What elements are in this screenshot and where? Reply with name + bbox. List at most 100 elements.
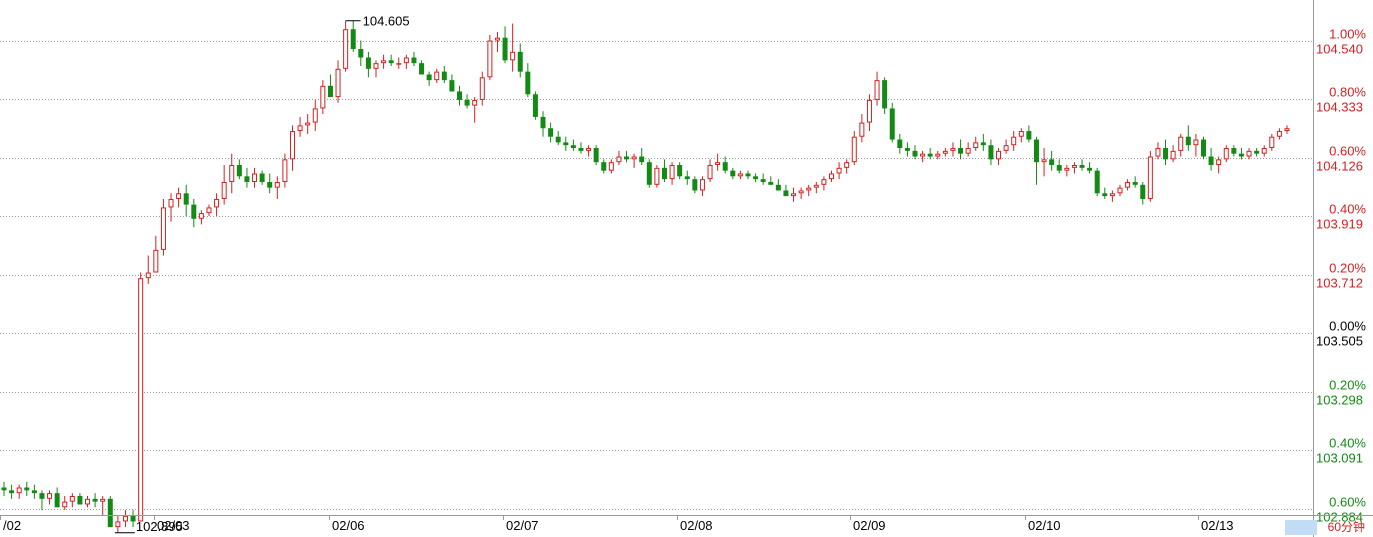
candle xyxy=(282,153,288,188)
candle xyxy=(1223,145,1229,163)
candle xyxy=(1087,162,1093,174)
candle xyxy=(39,490,45,511)
candle-body xyxy=(866,99,872,123)
candle-body xyxy=(373,63,379,69)
candle xyxy=(996,148,1002,166)
candle-body xyxy=(206,207,212,214)
candle xyxy=(707,159,713,182)
candle-body xyxy=(1178,136,1184,151)
candle xyxy=(775,179,781,191)
candle xyxy=(85,495,91,508)
candle-body xyxy=(707,165,713,180)
x-axis: /02 02/03 02/06 02/07 02/08 02/09 02/10 02/13 xyxy=(0,515,1373,533)
candle xyxy=(388,54,394,66)
candle-body xyxy=(221,181,227,199)
candle xyxy=(343,20,349,72)
candle-body xyxy=(699,179,705,191)
candle xyxy=(753,173,759,182)
candle xyxy=(730,167,736,180)
candle xyxy=(760,173,766,185)
price-tick-label: 103.505 xyxy=(1316,334,1363,349)
candle xyxy=(942,148,948,157)
candle-body xyxy=(684,176,690,180)
candle-body xyxy=(502,37,508,61)
candle xyxy=(927,148,933,160)
timeframe-selection-highlight xyxy=(1285,520,1317,535)
candle xyxy=(517,43,523,78)
candle-body xyxy=(1254,150,1260,154)
candle xyxy=(783,184,789,197)
candle xyxy=(798,187,804,199)
candle xyxy=(327,74,333,98)
candle xyxy=(115,515,121,533)
candle xyxy=(1041,148,1047,177)
candle xyxy=(47,490,53,505)
candle-body xyxy=(494,37,500,41)
candle xyxy=(1254,148,1260,157)
candles xyxy=(1,20,1290,533)
candle xyxy=(882,77,888,115)
candle-body xyxy=(419,63,425,75)
candle-body xyxy=(586,148,592,151)
date-tick-label: 02/06 xyxy=(332,518,365,533)
candle-body xyxy=(889,108,895,140)
candle xyxy=(1238,148,1244,160)
candle xyxy=(836,162,842,180)
candle-body xyxy=(1269,136,1275,149)
candlestick-chart: 104.605 102.895 104.5401.00% 104.3330.80%… xyxy=(0,0,1373,537)
candle xyxy=(578,142,584,154)
candle-body xyxy=(927,153,933,157)
candle-body xyxy=(267,181,273,188)
candle-body xyxy=(1033,139,1039,163)
candle xyxy=(107,495,113,528)
price-tick-label: 103.091 xyxy=(1316,451,1363,466)
candle-body xyxy=(988,145,994,160)
price-tick-label: 104.333 xyxy=(1316,100,1363,115)
candle-body xyxy=(320,85,326,109)
candle xyxy=(183,184,189,216)
timeframe-selector[interactable]: 60分钟 xyxy=(1285,519,1369,536)
candle xyxy=(1064,165,1070,177)
candle xyxy=(1094,167,1100,197)
candle-body xyxy=(1018,131,1024,137)
candle xyxy=(191,198,197,228)
candle-body xyxy=(244,176,250,182)
candle-body xyxy=(1276,131,1282,137)
candle-body xyxy=(1064,167,1070,171)
candle xyxy=(434,68,440,83)
candle xyxy=(1261,145,1267,157)
candle xyxy=(145,255,151,284)
candle-body xyxy=(138,278,144,522)
candle xyxy=(320,80,326,115)
candle xyxy=(69,493,75,508)
candle-body xyxy=(510,51,516,61)
candle xyxy=(229,153,235,194)
candle-body xyxy=(236,165,242,177)
candle-body xyxy=(183,193,189,205)
candle-body xyxy=(730,170,736,177)
candle-body xyxy=(69,495,75,502)
candle-body xyxy=(92,498,98,502)
candle xyxy=(1033,136,1039,185)
candle xyxy=(419,60,425,75)
candle xyxy=(897,133,903,154)
candle xyxy=(601,159,607,174)
candle-body xyxy=(753,176,759,180)
candle-body xyxy=(214,198,220,208)
candle-body xyxy=(381,60,387,64)
candle xyxy=(100,495,106,516)
candle xyxy=(684,170,690,185)
candle xyxy=(1079,159,1085,171)
candle-body xyxy=(191,204,197,219)
candle xyxy=(1102,187,1108,199)
date-tick-label: 02/13 xyxy=(1201,518,1234,533)
date-tick-label: 02/03 xyxy=(157,518,190,533)
candle-body xyxy=(464,99,470,106)
candle xyxy=(973,136,979,151)
candle xyxy=(365,51,371,78)
candle xyxy=(62,495,68,511)
candle-body xyxy=(570,145,576,149)
candle-body xyxy=(1,487,7,491)
candle-body xyxy=(980,142,986,146)
candle xyxy=(570,139,576,151)
